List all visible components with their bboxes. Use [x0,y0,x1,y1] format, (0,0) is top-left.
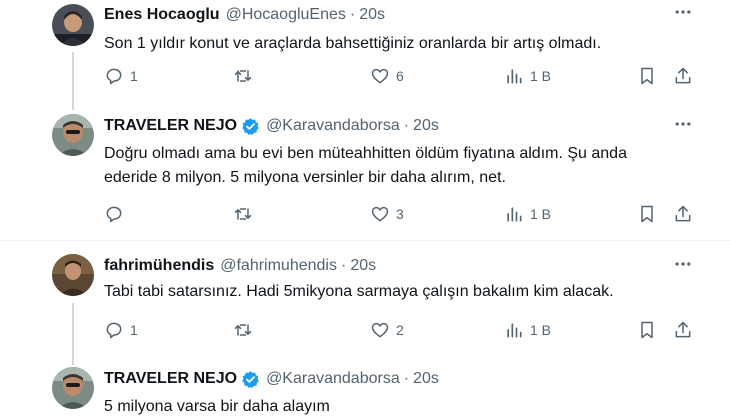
author-handle[interactable]: @fahrimuhendis [220,257,337,275]
retweet-icon [234,208,252,220]
separator-dot: · [349,6,356,23]
share-icon [675,205,691,222]
share-icon [675,321,691,338]
bookmark-icon [641,67,653,85]
more-icon [675,122,691,126]
tweet-text: Son 1 yıldır konut ve araçlarda bahsetti… [104,35,602,52]
avatar[interactable] [52,114,94,156]
author-handle[interactable]: @Karavandaborsa [266,117,400,135]
separator-dot: · [340,257,347,274]
tweet-text: 5 milyona varsa bir daha alayım [104,398,330,415]
like-count: 6 [396,68,404,84]
tweet-3[interactable]: fahrimühendis @fahrimuhendis · 20s Tabi … [0,254,730,358]
like-button[interactable]: 2 [370,318,404,342]
timestamp[interactable]: 20s [413,370,439,388]
views-count: 1 B [530,206,552,222]
more-options-button[interactable] [672,114,694,134]
action-bar: 3 1 B [100,202,700,226]
separator-dot: · [403,117,410,134]
author-name[interactable]: Enes Hocaoglu [104,6,220,24]
tweet-header: fahrimühendis @fahrimuhendis · 20s [104,254,376,278]
timestamp[interactable]: 20s [413,117,439,135]
views-icon [507,323,522,338]
timestamp[interactable]: 20s [359,6,385,24]
views-button[interactable]: 1 B [504,64,551,88]
like-icon [371,322,389,338]
bookmark-button[interactable] [637,202,657,226]
bookmark-icon [641,321,653,339]
tweet-header: TRAVELER NEJO @Karavandaborsa · 20s [104,367,439,391]
more-options-button[interactable] [672,2,694,22]
bookmark-icon [641,205,653,223]
author-name[interactable]: TRAVELER NEJO [104,370,237,388]
share-button[interactable] [673,64,693,88]
timestamp[interactable]: 20s [350,257,376,275]
tweet-divider [0,240,730,241]
reply-icon [106,322,122,339]
bookmark-button[interactable] [637,64,657,88]
action-bar: 1 2 1 B [100,318,700,342]
reply-icon [106,68,122,85]
bookmark-button[interactable] [637,318,657,342]
like-count: 2 [396,322,404,338]
verified-badge-icon [241,117,260,136]
retweet-icon [234,70,252,82]
tweet-header: Enes Hocaoglu @HocaogluEnes · 20s [104,3,385,27]
views-icon [507,69,522,84]
share-icon [675,67,691,84]
reply-button[interactable]: 1 [104,64,138,88]
retweet-button[interactable] [233,64,253,88]
author-handle[interactable]: @HocaogluEnes [226,6,346,24]
like-button[interactable]: 3 [370,202,404,226]
retweet-button[interactable] [233,202,253,226]
tweet-text: Tabi tabi satarsınız. Hadi 5mikyona sarm… [104,283,614,300]
share-button[interactable] [673,318,693,342]
like-button[interactable]: 6 [370,64,404,88]
action-bar: 1 6 1 B [100,64,700,88]
views-count: 1 B [530,68,552,84]
retweet-icon [234,324,252,336]
more-icon [675,10,691,14]
reply-button[interactable]: 1 [104,318,138,342]
author-name[interactable]: fahrimühendis [104,257,214,275]
more-icon [675,262,691,266]
views-icon [507,207,522,222]
like-count: 3 [396,206,404,222]
avatar[interactable] [52,4,94,46]
like-icon [371,206,389,222]
avatar[interactable] [52,254,94,296]
retweet-button[interactable] [233,318,253,342]
tweet-text: Doğru olmadı ama bu evi ben müteahhitten… [104,145,627,186]
views-button[interactable]: 1 B [504,318,551,342]
separator-dot: · [403,370,410,387]
author-name[interactable]: TRAVELER NEJO [104,117,237,135]
like-icon [371,68,389,84]
reply-icon [106,206,122,223]
avatar[interactable] [52,367,94,409]
views-count: 1 B [530,322,552,338]
author-handle[interactable]: @Karavandaborsa [266,370,400,388]
tweet-2[interactable]: TRAVELER NEJO @Karavandaborsa · 20s Doğr… [0,114,730,238]
reply-count: 1 [130,322,138,338]
tweet-4[interactable]: TRAVELER NEJO @Karavandaborsa · 20s 5 mi… [0,367,730,420]
reply-button[interactable] [104,202,130,226]
verified-badge-icon [241,370,260,389]
reply-count: 1 [130,68,138,84]
more-options-button[interactable] [672,254,694,274]
tweet-header: TRAVELER NEJO @Karavandaborsa · 20s [104,114,439,138]
views-button[interactable]: 1 B [504,202,551,226]
tweet-1[interactable]: Enes Hocaoglu @HocaogluEnes · 20s Son 1 … [0,0,730,112]
share-button[interactable] [673,202,693,226]
